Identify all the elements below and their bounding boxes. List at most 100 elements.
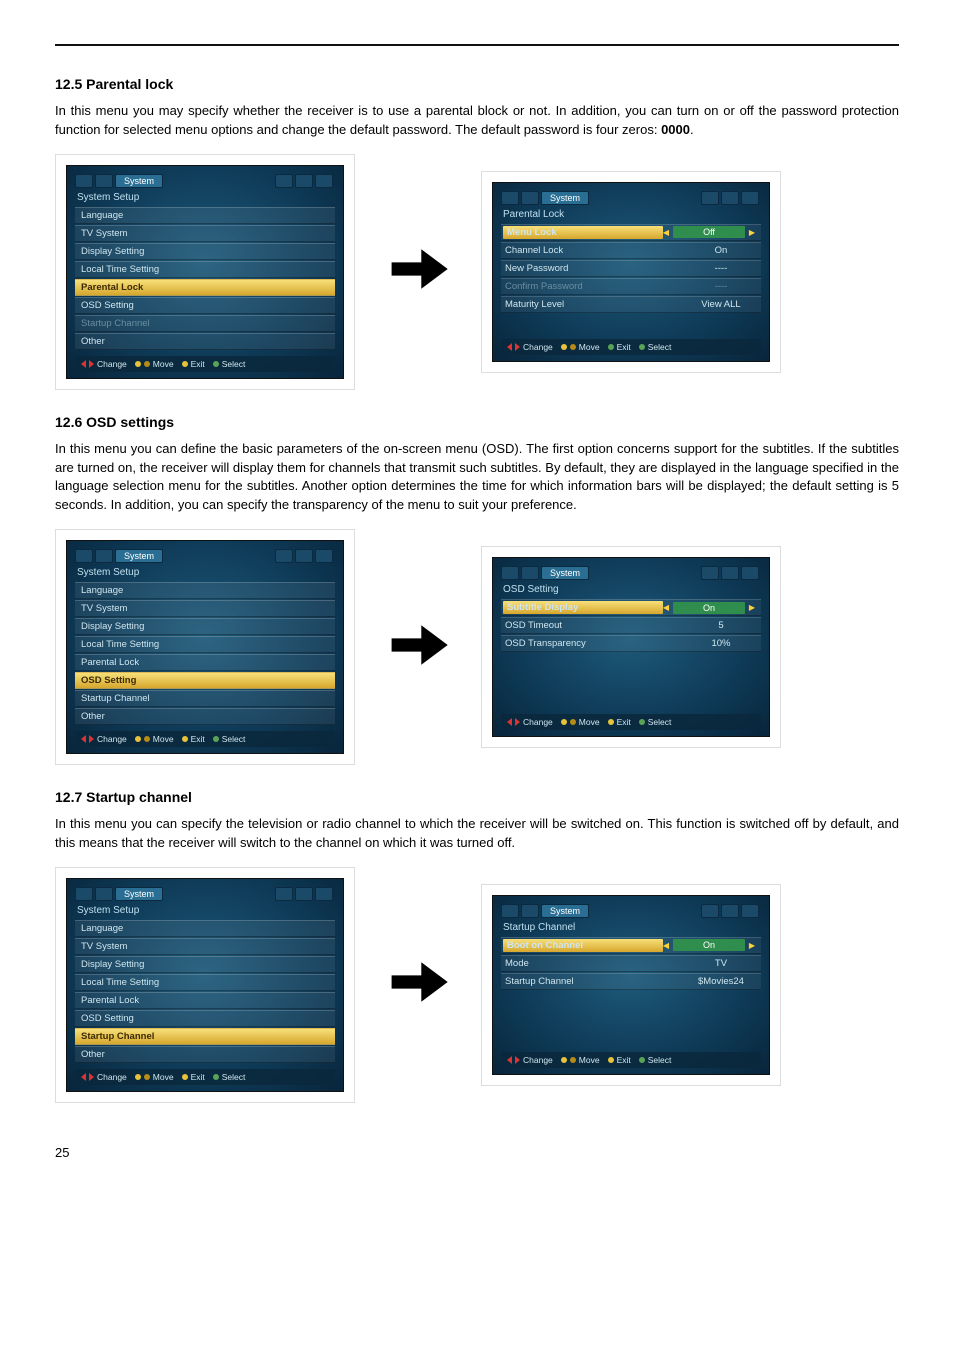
footer-move: Move <box>579 717 600 727</box>
page-number: 25 <box>55 1145 899 1160</box>
screen-title: System Setup <box>75 190 335 207</box>
menu-item-selected: Startup Channel <box>75 1028 335 1045</box>
tab-system: System <box>115 174 163 188</box>
para-parental-bold: 0000 <box>661 122 690 137</box>
chevron-right-icon: ▶ <box>747 603 757 612</box>
menu-item: OSD Setting <box>75 297 335 314</box>
heading-parental: 12.5 Parental lock <box>55 76 899 92</box>
tab-icon <box>521 904 539 918</box>
menu-item: Display Setting <box>75 618 335 635</box>
kv-val: TV <box>685 958 757 969</box>
footer-change: Change <box>523 1055 553 1065</box>
tab-icon <box>75 549 93 563</box>
footer-exit: Exit <box>191 734 205 744</box>
para-osd: In this menu you can define the basic pa… <box>55 440 899 515</box>
footer-change: Change <box>523 717 553 727</box>
tab-system: System <box>115 549 163 563</box>
menu-item: Other <box>75 1046 335 1063</box>
tab-strip: System <box>501 191 761 205</box>
kv-val: 5 <box>685 620 757 631</box>
tab-system: System <box>541 904 589 918</box>
kv-row: Maturity LevelView ALL <box>501 296 761 313</box>
kv-row: OSD Timeout5 <box>501 617 761 634</box>
tab-icon <box>95 174 113 188</box>
tab-icon <box>275 174 293 188</box>
arrow-right-icon <box>383 236 453 307</box>
menu-item: Other <box>75 333 335 350</box>
menu-item: Display Setting <box>75 956 335 973</box>
footer-move: Move <box>153 1072 174 1082</box>
screen-title: Parental Lock <box>501 207 761 224</box>
kv-val: 10% <box>685 638 757 649</box>
kv-key: Confirm Password <box>505 281 685 292</box>
footer-exit: Exit <box>617 342 631 352</box>
footer-select: Select <box>648 1055 672 1065</box>
heading-osd: 12.6 OSD settings <box>55 414 899 430</box>
menu-item: Language <box>75 920 335 937</box>
tab-icon <box>521 566 539 580</box>
footer-exit: Exit <box>191 1072 205 1082</box>
chevron-left-icon: ◀ <box>661 941 671 950</box>
menu-item: Local Time Setting <box>75 974 335 991</box>
menu-item: TV System <box>75 225 335 242</box>
tab-icon <box>721 191 739 205</box>
kv-key: Maturity Level <box>505 299 685 310</box>
footer-exit: Exit <box>617 1055 631 1065</box>
menu-item: TV System <box>75 938 335 955</box>
screen-title: System Setup <box>75 903 335 920</box>
menu-item: OSD Setting <box>75 1010 335 1027</box>
arrow-right-icon <box>383 949 453 1020</box>
top-rule <box>55 44 899 46</box>
screen-title: System Setup <box>75 565 335 582</box>
footer-move: Move <box>579 1055 600 1065</box>
kv-key: Mode <box>505 958 685 969</box>
screen-footer: Change Move Exit Select <box>501 714 761 730</box>
tab-icon <box>295 174 313 188</box>
chevron-left-icon: ◀ <box>661 603 671 612</box>
menu-item: Display Setting <box>75 243 335 260</box>
kv-val: Off <box>703 227 715 237</box>
kv-row-dim: Confirm Password---- <box>501 278 761 295</box>
tab-icon <box>501 566 519 580</box>
menu-item: Startup Channel <box>75 690 335 707</box>
screen-footer: Change Move Exit Select <box>501 339 761 355</box>
menu-item-selected: Parental Lock <box>75 279 335 296</box>
kv-key: Subtitle Display <box>507 602 659 613</box>
menu-item-dim: Startup Channel <box>75 315 335 332</box>
figure-row-parental: System System Setup Language TV System D… <box>55 154 899 390</box>
kv-row-selected: Boot on Channel ◀ On ▶ <box>501 937 761 954</box>
footer-change: Change <box>97 734 127 744</box>
figure-row-startup: System System Setup Language TV System D… <box>55 867 899 1103</box>
screen-footer: Change Move Exit Select <box>501 1052 761 1068</box>
footer-change: Change <box>97 1072 127 1082</box>
screenshot-startup-channel: System Startup Channel Boot on Channel ◀… <box>481 884 781 1086</box>
tab-icon <box>95 549 113 563</box>
menu-item-selected: OSD Setting <box>75 672 335 689</box>
menu-item: Local Time Setting <box>75 636 335 653</box>
footer-exit: Exit <box>191 359 205 369</box>
footer-change: Change <box>523 342 553 352</box>
screen-footer: Change Move Exit Select <box>75 356 335 372</box>
tab-icon <box>75 887 93 901</box>
heading-startup: 12.7 Startup channel <box>55 789 899 805</box>
para-parental-post: . <box>690 122 694 137</box>
para-parental-pre: In this menu you may specify whether the… <box>55 103 899 137</box>
footer-move: Move <box>153 734 174 744</box>
footer-exit: Exit <box>617 717 631 727</box>
kv-key: Channel Lock <box>505 245 685 256</box>
screen-title: Startup Channel <box>501 920 761 937</box>
tab-icon <box>741 191 759 205</box>
screen-title: OSD Setting <box>501 582 761 599</box>
tab-system: System <box>115 887 163 901</box>
kv-key: Menu Lock <box>507 227 659 238</box>
footer-select: Select <box>648 717 672 727</box>
footer-move: Move <box>153 359 174 369</box>
para-parental: In this menu you may specify whether the… <box>55 102 899 140</box>
tab-icon <box>315 174 333 188</box>
footer-select: Select <box>222 359 246 369</box>
kv-val: On <box>703 603 715 613</box>
menu-item: Other <box>75 708 335 725</box>
screen-footer: Change Move Exit Select <box>75 1069 335 1085</box>
menu-item: Parental Lock <box>75 992 335 1009</box>
kv-row-selected: Menu Lock ◀ Off ▶ <box>501 224 761 241</box>
